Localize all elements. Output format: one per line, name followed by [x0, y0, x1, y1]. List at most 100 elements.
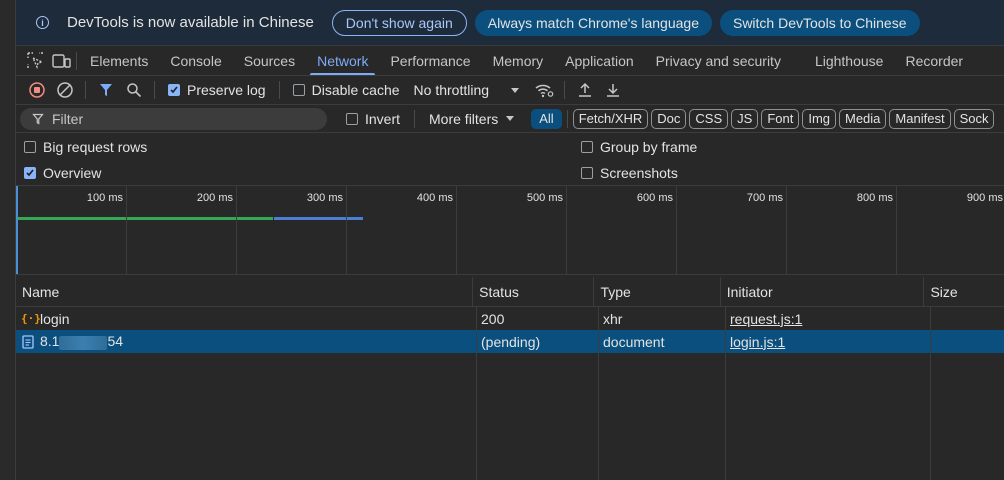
- screenshots-label: Screenshots: [600, 165, 678, 181]
- match-language-button[interactable]: Always match Chrome's language: [474, 9, 712, 36]
- timeline-cursor[interactable]: [16, 186, 18, 274]
- filter-separator: [414, 109, 416, 128]
- column-divider: [930, 307, 931, 480]
- tab-recorder[interactable]: Recorder: [894, 46, 974, 75]
- timeline-tick-label: 400 ms: [416, 192, 453, 204]
- checkbox-unchecked-icon[interactable]: [346, 112, 358, 125]
- request-name-suffix: 54: [107, 333, 124, 350]
- checkbox-unchecked-icon[interactable]: [24, 141, 36, 153]
- network-overview-timeline[interactable]: 100 ms 200 ms 300 ms 400 ms 500 ms 600 ms 700 …: [16, 186, 1004, 275]
- clear-icon[interactable]: [52, 78, 78, 102]
- tab-network[interactable]: Network: [306, 46, 379, 75]
- row-initiator-cell: request.js:1: [725, 307, 930, 330]
- tab-application[interactable]: Application: [554, 46, 645, 75]
- tab-elements[interactable]: Elements: [79, 46, 159, 75]
- type-filter-socket[interactable]: Sock: [953, 108, 995, 129]
- language-infobar: i DevTools is now available in Chinese D…: [16, 0, 1004, 46]
- timeline-tick-label: 200 ms: [196, 192, 233, 204]
- switch-to-chinese-button[interactable]: Switch DevTools to Chinese: [719, 9, 920, 36]
- type-filter-doc[interactable]: Doc: [651, 108, 687, 129]
- table-header: Name Status Type Initiator Size: [16, 277, 1004, 307]
- overview-checkbox[interactable]: Overview: [24, 165, 101, 181]
- network-conditions-icon[interactable]: [531, 78, 557, 102]
- checkbox-unchecked-icon[interactable]: [581, 141, 593, 153]
- tab-privacy-security[interactable]: Privacy and security: [645, 46, 792, 75]
- throttling-select[interactable]: No throttling: [408, 82, 525, 98]
- toolbar-separator: [154, 81, 155, 99]
- column-header-type[interactable]: Type: [594, 277, 721, 306]
- disable-cache-checkbox[interactable]: Disable cache: [287, 82, 406, 98]
- tab-sources[interactable]: Sources: [233, 46, 306, 75]
- export-har-icon[interactable]: [600, 78, 626, 102]
- timeline-gridline: [676, 186, 677, 274]
- toolbar-separator: [278, 81, 280, 99]
- column-header-status[interactable]: Status: [473, 277, 595, 306]
- timeline-tick-label: 900 ms: [966, 192, 1003, 204]
- timeline-tick-label: 800 ms: [856, 192, 893, 204]
- infobar-message: DevTools is now available in Chinese: [67, 14, 314, 31]
- search-icon[interactable]: [121, 78, 147, 102]
- timeline-gridline: [566, 186, 567, 274]
- tab-performance[interactable]: Performance: [379, 46, 481, 75]
- timeline-tick-label: 600 ms: [636, 192, 673, 204]
- table-row[interactable]: {·} login 200 xhr request.js:1: [16, 307, 1004, 330]
- type-filter-fetch-xhr[interactable]: Fetch/XHR: [572, 108, 649, 129]
- filter-input[interactable]: Filter: [20, 107, 327, 130]
- waiting-bar: [18, 217, 273, 220]
- inspect-element-icon[interactable]: [22, 46, 48, 75]
- checkbox-unchecked-icon[interactable]: [292, 84, 305, 96]
- tab-memory[interactable]: Memory: [482, 46, 555, 75]
- screenshots-checkbox[interactable]: Screenshots: [581, 165, 678, 181]
- devtools-panel: i DevTools is now available in Chinese D…: [16, 0, 1004, 480]
- tab-lighthouse[interactable]: Lighthouse: [804, 46, 895, 75]
- initiator-link[interactable]: login.js:1: [730, 334, 785, 350]
- checkbox-checked-icon[interactable]: [168, 84, 180, 96]
- type-filter-font[interactable]: Font: [761, 108, 800, 129]
- type-filter-all[interactable]: All: [531, 108, 562, 129]
- dont-show-again-button[interactable]: Don't show again: [331, 9, 467, 36]
- row-name-cell: 8.1 54: [16, 330, 476, 353]
- invert-checkbox[interactable]: Invert: [340, 111, 406, 127]
- chevron-down-icon: [506, 116, 515, 121]
- stop-recording-button[interactable]: [24, 78, 50, 102]
- checkbox-unchecked-icon[interactable]: [581, 167, 593, 179]
- column-divider: [598, 307, 599, 480]
- type-filter-manifest[interactable]: Manifest: [889, 108, 951, 129]
- filter-separator: [566, 109, 568, 128]
- type-filter-media[interactable]: Media: [839, 108, 887, 129]
- timeline-tick-label: 700 ms: [746, 192, 783, 204]
- filter-funnel-icon[interactable]: [93, 78, 119, 102]
- column-header-size[interactable]: Size: [924, 277, 1004, 306]
- import-har-icon[interactable]: [572, 78, 598, 102]
- network-toolbar: Preserve log Disable cache No throttling: [16, 76, 1004, 105]
- row-status: 200: [481, 310, 505, 327]
- row-type: xhr: [603, 310, 623, 327]
- row-type: document: [603, 333, 665, 350]
- overview-label: Overview: [43, 165, 102, 181]
- timeline-gridline: [346, 186, 347, 274]
- group-by-frame-checkbox[interactable]: Group by frame: [581, 139, 697, 155]
- column-header-initiator[interactable]: Initiator: [721, 277, 925, 306]
- checkbox-checked-icon[interactable]: [24, 167, 36, 179]
- xhr-brace-icon: {·}: [21, 312, 41, 325]
- row-name-cell: {·} login: [16, 307, 476, 330]
- column-header-name[interactable]: Name: [16, 277, 474, 306]
- big-request-rows-checkbox[interactable]: Big request rows: [24, 139, 147, 155]
- type-filter-js[interactable]: JS: [731, 108, 759, 129]
- timeline-gridline: [456, 186, 457, 274]
- tab-console[interactable]: Console: [159, 46, 232, 75]
- big-request-rows-label: Big request rows: [43, 139, 148, 155]
- device-toolbar-icon[interactable]: [48, 46, 74, 75]
- more-filters-dropdown[interactable]: More filters: [423, 111, 520, 127]
- initiator-link[interactable]: request.js:1: [730, 311, 802, 327]
- download-bar: [274, 217, 363, 220]
- type-filter-img[interactable]: Img: [802, 108, 836, 129]
- panel-tabbar: Elements Console Sources Network Perform…: [16, 46, 1004, 76]
- chevron-down-icon: [511, 87, 520, 93]
- table-row-selected[interactable]: 8.1 54 (pending) document login.js:1: [16, 330, 1004, 353]
- requests-table: Name Status Type Initiator Size {·} logi…: [16, 277, 1004, 480]
- toolbar-separator: [85, 81, 86, 99]
- preserve-log-checkbox[interactable]: Preserve log: [162, 82, 272, 98]
- column-divider: [725, 307, 726, 480]
- type-filter-css[interactable]: CSS: [689, 108, 729, 129]
